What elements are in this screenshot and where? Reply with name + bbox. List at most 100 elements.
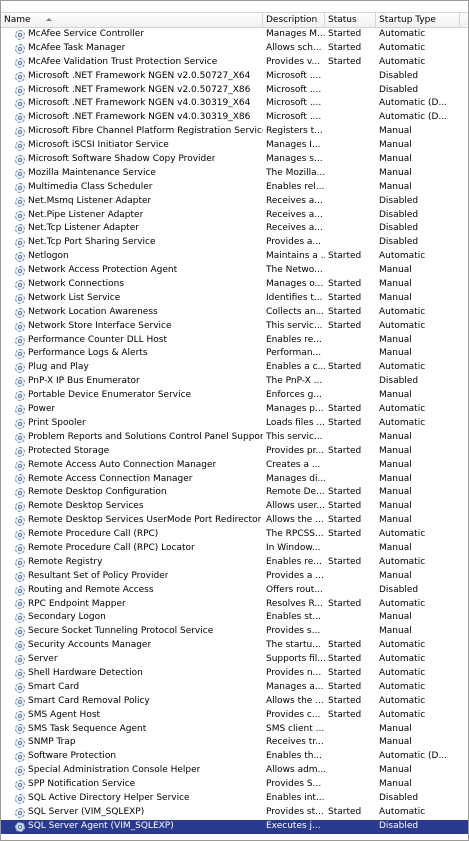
- service-status: Started: [328, 806, 362, 817]
- service-description: Collects an...: [266, 306, 325, 317]
- table-row[interactable]: Secure Socket Tunneling Protocol Service…: [1, 625, 468, 639]
- table-row[interactable]: Remote Access Connection Manager Manages …: [1, 473, 468, 487]
- table-row[interactable]: Remote Desktop Configuration Remote De...…: [1, 486, 468, 500]
- service-description: Provides v...: [266, 56, 321, 67]
- service-startup-type: Manual: [379, 612, 412, 623]
- table-row[interactable]: Microsoft .NET Framework NGEN v2.0.50727…: [1, 70, 468, 84]
- service-startup-type: Manual: [379, 487, 412, 498]
- table-row[interactable]: PnP-X IP Bus Enumerator The PnP-X ... Disa…: [1, 375, 468, 389]
- table-row[interactable]: Performance Logs & Alerts Performan... Man…: [1, 347, 468, 361]
- table-row[interactable]: Security Accounts Manager The startu... St…: [1, 639, 468, 653]
- service-gear-icon: [15, 780, 25, 791]
- service-description: Microsoft ....: [266, 70, 322, 81]
- service-description: Supports fil...: [266, 654, 325, 665]
- service-name-cell: Remote Access Auto Connection Manager: [1, 459, 263, 473]
- service-startup-type: Manual: [379, 779, 412, 790]
- table-row[interactable]: Remote Access Auto Connection Manager Cre…: [1, 459, 468, 473]
- table-row[interactable]: McAfee Task Manager Allows sch... Started A…: [1, 42, 468, 56]
- service-gear-icon: [15, 418, 25, 429]
- service-name-cell: Remote Registry: [1, 556, 263, 570]
- table-row[interactable]: Remote Desktop Services UserMode Port Re…: [1, 514, 468, 528]
- table-row[interactable]: Performance Counter DLL Host Enables re..…: [1, 334, 468, 348]
- service-status: [325, 792, 376, 806]
- column-header-startup-type[interactable]: Startup Type: [376, 13, 460, 27]
- service-name: Net.Pipe Listener Adapter: [28, 209, 144, 220]
- service-name: McAfee Validation Trust Protection Servi…: [28, 56, 218, 67]
- service-description: Resolves R...: [266, 598, 324, 609]
- service-description: The Netwo...: [266, 265, 323, 276]
- table-row[interactable]: Network Connections Manages o... Started Ma…: [1, 278, 468, 292]
- table-row[interactable]: Network Access Protection Agent The Netwo…: [1, 264, 468, 278]
- table-row[interactable]: SPP Notification Service Provides S... Man…: [1, 778, 468, 792]
- table-row[interactable]: Network Store Interface Service This serv…: [1, 320, 468, 334]
- table-row[interactable]: Net.Msmq Listener Adapter Receives a... Di…: [1, 195, 468, 209]
- table-row[interactable]: Shell Hardware Detection Provides n... Sta…: [1, 667, 468, 681]
- table-row[interactable]: McAfee Validation Trust Protection Servi…: [1, 56, 468, 70]
- service-name: Mozilla Maintenance Service: [28, 167, 156, 178]
- table-row[interactable]: McAfee Service Controller Manages M... Sta…: [1, 28, 468, 42]
- table-row[interactable]: Remote Registry Enables re... Started Autom…: [1, 556, 468, 570]
- service-status: Started: [328, 529, 362, 540]
- table-row[interactable]: Power Manages p... Started Automatic: [1, 403, 468, 417]
- table-row[interactable]: Plug and Play Enables a c... Started Automa…: [1, 361, 468, 375]
- table-row[interactable]: Print Spooler Loads files ... Started Autom…: [1, 417, 468, 431]
- table-row[interactable]: Special Administration Console Helper All…: [1, 764, 468, 778]
- table-row[interactable]: Remote Procedure Call (RPC) The RPCSS... S…: [1, 528, 468, 542]
- table-row[interactable]: Remote Procedure Call (RPC) Locator In Wi…: [1, 542, 468, 556]
- service-startup-type: Manual: [379, 570, 412, 581]
- table-row[interactable]: Microsoft Fibre Channel Platform Registr…: [1, 125, 468, 139]
- table-row[interactable]: Net.Tcp Listener Adapter Receives a... Dis…: [1, 222, 468, 236]
- service-status: [325, 542, 376, 556]
- service-description: Enables re...: [266, 334, 322, 345]
- service-gear-icon: [15, 474, 25, 485]
- table-row[interactable]: SMS Agent Host Provides c... Started Automa…: [1, 709, 468, 723]
- table-row[interactable]: Microsoft .NET Framework NGEN v4.0.30319…: [1, 97, 468, 111]
- table-row[interactable]: Remote Desktop Services Allows user... Sta…: [1, 500, 468, 514]
- table-row[interactable]: RPC Endpoint Mapper Resolves R... Started A…: [1, 598, 468, 612]
- service-gear-icon: [15, 57, 25, 68]
- table-row[interactable]: SNMP Trap Receives tr... Manual: [1, 736, 468, 750]
- service-status: Started: [328, 279, 362, 290]
- column-header-name[interactable]: Name: [1, 13, 263, 27]
- table-row[interactable]: Routing and Remote Access Offers rout... D…: [1, 584, 468, 598]
- table-row[interactable]: Multimedia Class Scheduler Enables rel...…: [1, 181, 468, 195]
- service-name: Microsoft iSCSI Initiator Service: [28, 140, 169, 151]
- service-name-cell: McAfee Validation Trust Protection Servi…: [1, 56, 263, 70]
- table-row[interactable]: SQL Server (VIM_SQLEXP) Provides st... Sta…: [1, 806, 468, 820]
- service-gear-icon: [15, 738, 25, 749]
- table-row[interactable]: Netlogon Maintains a ... Started Automatic: [1, 250, 468, 264]
- table-row[interactable]: Resultant Set of Policy Provider Provides…: [1, 570, 468, 584]
- service-description: Provides pr...: [266, 445, 325, 456]
- table-row[interactable]: Microsoft .NET Framework NGEN v4.0.30319…: [1, 111, 468, 125]
- table-row[interactable]: Smart Card Manages a... Started Automatic: [1, 681, 468, 695]
- table-row[interactable]: Smart Card Removal Policy Allows the ... S…: [1, 695, 468, 709]
- table-row[interactable]: Network List Service Identifies t... Start…: [1, 292, 468, 306]
- table-row[interactable]: SQL Server Agent (VIM_SQLEXP) Executes j.…: [1, 819, 468, 834]
- table-row[interactable]: Net.Pipe Listener Adapter Receives a... Di…: [1, 209, 468, 223]
- service-startup-type: Automatic: [379, 640, 426, 651]
- table-row[interactable]: SMS Task Sequence Agent SMS client ... Man…: [1, 723, 468, 737]
- table-row[interactable]: Microsoft Software Shadow Copy Provider M…: [1, 153, 468, 167]
- table-row[interactable]: Server Supports fil... Started Automatic: [1, 653, 468, 667]
- table-row[interactable]: Problem Reports and Solutions Control Pa…: [1, 431, 468, 445]
- service-description: Creates a ...: [266, 459, 321, 470]
- service-name-cell: Print Spooler: [1, 417, 263, 431]
- service-gear-icon: [15, 585, 25, 596]
- column-header-status[interactable]: Status: [325, 13, 376, 27]
- service-description: Performan...: [266, 348, 322, 359]
- table-row[interactable]: SQL Active Directory Helper Service Enabl…: [1, 792, 468, 806]
- table-row[interactable]: Software Protection Enables th... Automati…: [1, 750, 468, 764]
- table-row[interactable]: Net.Tcp Port Sharing Service Provides a..…: [1, 236, 468, 250]
- service-description: Allows sch...: [266, 42, 322, 53]
- table-row[interactable]: Portable Device Enumerator Service Enforc…: [1, 389, 468, 403]
- service-description: Enables int...: [266, 792, 325, 803]
- table-row[interactable]: Mozilla Maintenance Service The Mozilla..…: [1, 167, 468, 181]
- service-gear-icon: [15, 543, 25, 554]
- column-header-description[interactable]: Description: [263, 13, 325, 27]
- service-startup-type: Automatic: [379, 681, 426, 692]
- table-row[interactable]: Protected Storage Provides pr... Started Ma…: [1, 445, 468, 459]
- table-row[interactable]: Microsoft .NET Framework NGEN v2.0.50727…: [1, 84, 468, 98]
- table-row[interactable]: Network Location Awareness Collects an...…: [1, 306, 468, 320]
- table-row[interactable]: Microsoft iSCSI Initiator Service Manages…: [1, 139, 468, 153]
- table-row[interactable]: Secondary Logon Enables st... Manual: [1, 611, 468, 625]
